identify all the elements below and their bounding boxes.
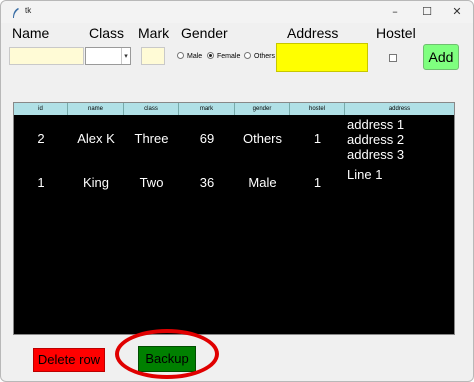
cell-gender: Male: [248, 175, 277, 190]
radio-others-label: Others: [254, 53, 276, 60]
name-label: Name: [12, 25, 50, 41]
minimize-button[interactable]: –: [381, 3, 409, 21]
records-table[interactable]: id name class mark gender hostel address…: [13, 102, 455, 335]
cell-id: 1: [37, 175, 45, 190]
address-line: address 2: [347, 132, 405, 147]
address-line: Line 1: [347, 167, 383, 182]
hostel-checkbox[interactable]: [389, 54, 397, 62]
cell-hostel: 1: [313, 131, 322, 146]
column-header-mark[interactable]: mark: [179, 103, 235, 115]
address-textarea[interactable]: [276, 43, 368, 72]
column-header-gender[interactable]: gender: [235, 103, 290, 115]
add-button[interactable]: Add: [423, 44, 459, 70]
address-line: address 3: [347, 147, 405, 162]
mark-input[interactable]: [141, 47, 165, 65]
table-row[interactable]: 2 Alex K Three 69 Others 1 address 1 add…: [14, 117, 454, 165]
app-window: tk – ☐ ✕ Name Class Mark Gender Address …: [0, 0, 474, 382]
address-line: address 1: [347, 117, 405, 132]
window-title: tk: [25, 6, 32, 15]
cell-address: address 1 address 2 address 3: [347, 117, 452, 162]
cell-class: Three: [134, 131, 169, 146]
radio-male[interactable]: Male: [177, 51, 202, 63]
cell-name: King: [82, 175, 110, 190]
highlight-circle-annotation: [115, 329, 219, 379]
class-combobox[interactable]: ▾: [85, 47, 131, 65]
column-header-address[interactable]: address: [345, 103, 454, 115]
cell-gender: Others: [242, 131, 282, 146]
delete-row-button[interactable]: Delete row: [33, 348, 105, 372]
feather-icon: [13, 8, 19, 18]
hostel-label: Hostel: [376, 25, 416, 41]
chevron-down-icon[interactable]: ▾: [121, 48, 130, 64]
gender-label: Gender: [181, 25, 228, 41]
cell-class: Two: [139, 175, 164, 190]
cell-mark: 69: [199, 131, 215, 146]
name-input[interactable]: [9, 47, 84, 65]
radio-female[interactable]: Female: [207, 51, 240, 63]
title-bar: tk – ☐ ✕: [1, 1, 473, 23]
radio-female-label: Female: [217, 53, 241, 60]
address-label: Address: [287, 25, 339, 41]
table-row[interactable]: 1 King Two 36 Male 1 Line 1: [14, 167, 454, 197]
radio-others[interactable]: Others: [244, 51, 275, 63]
mark-label: Mark: [138, 25, 170, 41]
cell-hostel: 1: [313, 175, 322, 190]
radio-male-label: Male: [187, 53, 203, 60]
cell-address: Line 1: [347, 167, 452, 182]
column-header-name[interactable]: name: [68, 103, 124, 115]
table-header: id name class mark gender hostel address: [14, 103, 454, 115]
maximize-button[interactable]: ☐: [413, 3, 441, 21]
cell-mark: 36: [199, 175, 215, 190]
column-header-id[interactable]: id: [14, 103, 68, 115]
class-label: Class: [89, 25, 125, 41]
radio-others-indicator[interactable]: [244, 52, 251, 59]
cell-name: Alex K: [77, 131, 115, 146]
radio-female-indicator[interactable]: [207, 52, 214, 59]
column-header-class[interactable]: class: [124, 103, 179, 115]
cell-id: 2: [37, 131, 45, 146]
radio-male-indicator[interactable]: [177, 52, 184, 59]
column-header-hostel[interactable]: hostel: [290, 103, 345, 115]
close-button[interactable]: ✕: [443, 3, 471, 21]
